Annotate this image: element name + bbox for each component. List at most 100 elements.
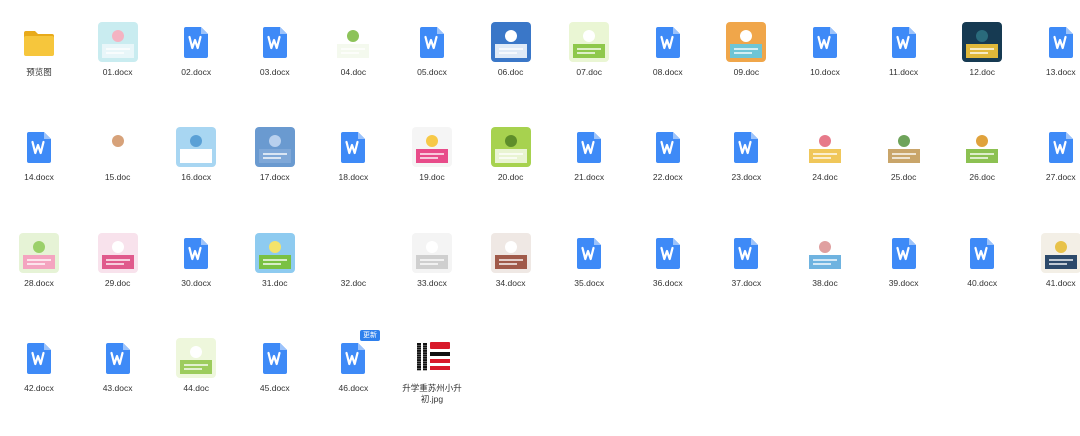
file-item[interactable]: 02.docx (157, 20, 235, 120)
file-item[interactable]: 14.docx (0, 125, 78, 225)
document-thumbnail (176, 127, 217, 167)
blank-thumbnail (333, 233, 373, 273)
wps-word-icon (884, 22, 924, 62)
file-name: 04.doc (340, 67, 367, 77)
file-item[interactable]: 20.doc (472, 125, 550, 225)
folder-icon (19, 22, 59, 62)
file-name: 31.doc (262, 278, 288, 288)
file-name: 45.docx (259, 383, 290, 393)
document-thumbnail (1040, 233, 1080, 273)
file-item[interactable]: 32.doc (314, 231, 392, 331)
wps-word-icon (255, 338, 295, 378)
document-thumbnail (333, 22, 374, 62)
file-item[interactable]: 21.docx (550, 125, 628, 225)
file-name: 38.doc (812, 278, 838, 288)
file-name: 05.docx (417, 67, 447, 77)
file-item[interactable]: 44.doc (157, 336, 235, 436)
wps-word-icon (98, 338, 138, 378)
file-item[interactable]: 28.docx (0, 231, 78, 331)
file-name: 14.docx (24, 172, 54, 182)
file-item[interactable]: 09.doc (707, 20, 785, 120)
file-item[interactable]: 17.docx (236, 125, 314, 225)
file-item[interactable]: 39.docx (865, 231, 943, 331)
wps-word-icon (1041, 22, 1080, 62)
file-item[interactable]: 43.docx (79, 336, 157, 436)
wps-word-icon (648, 127, 688, 167)
document-thumbnail (254, 233, 295, 273)
file-item[interactable]: 06.doc (472, 20, 550, 120)
wps-word-icon (569, 233, 609, 273)
file-item[interactable]: 10.docx (786, 20, 864, 120)
file-item[interactable]: 预览图 (0, 20, 78, 120)
file-name: 34.docx (495, 278, 526, 288)
file-item[interactable]: 03.docx (236, 20, 314, 120)
wps-word-icon (412, 22, 452, 62)
file-name: 22.docx (652, 172, 683, 182)
file-item[interactable]: 46.docx (314, 336, 392, 436)
file-item[interactable]: 24.doc (786, 125, 864, 225)
file-item[interactable]: 26.doc (943, 125, 1021, 225)
document-thumbnail (726, 22, 767, 62)
file-name: 35.docx (574, 278, 605, 288)
file-item[interactable]: 07.doc (550, 20, 628, 120)
file-name: 26.doc (969, 172, 995, 182)
wps-word-icon (648, 22, 688, 62)
file-item[interactable]: 05.docx (393, 20, 471, 120)
document-thumbnail (962, 22, 1003, 62)
wps-word-icon (176, 233, 216, 273)
document-thumbnail (254, 127, 295, 167)
file-name: 25.doc (890, 172, 917, 182)
file-item[interactable]: 30.docx (157, 231, 235, 331)
file-item[interactable]: 45.docx (236, 336, 314, 436)
file-item[interactable]: 16.docx (157, 125, 235, 225)
file-grid: 预览图 01.docx 02.docx 03.docx 04.doc 05.docx 06.… (0, 0, 1080, 418)
file-item[interactable]: 34.docx (472, 231, 550, 331)
file-item[interactable]: 33.docx (393, 231, 471, 331)
file-item[interactable]: 08.docx (629, 20, 707, 120)
file-item[interactable]: 18.docx (314, 125, 392, 225)
file-item[interactable]: 40.docx (943, 231, 1021, 331)
update-badge: 更新 (360, 330, 380, 341)
file-name: 44.doc (183, 383, 209, 393)
file-name: 06.doc (497, 67, 524, 77)
file-name: 16.docx (181, 172, 212, 182)
document-thumbnail (883, 127, 924, 167)
file-item[interactable]: 23.docx (707, 125, 785, 225)
document-thumbnail (805, 233, 845, 273)
document-thumbnail (97, 22, 138, 62)
file-name: 43.docx (102, 383, 133, 393)
file-name: 28.docx (24, 278, 54, 288)
file-name: 12.doc (969, 67, 995, 77)
file-name: 02.docx (181, 67, 212, 77)
file-item[interactable]: 27.docx (1022, 125, 1080, 225)
file-item[interactable]: 22.docx (629, 125, 707, 225)
file-item[interactable]: 25.doc (865, 125, 943, 225)
file-item[interactable]: 29.doc (79, 231, 157, 331)
file-item[interactable]: 12.doc (943, 20, 1021, 120)
file-item[interactable]: 41.docx (1022, 231, 1080, 331)
file-item[interactable]: 19.doc (393, 125, 471, 225)
file-name: 预览图 (26, 67, 52, 77)
file-item[interactable]: 04.doc (314, 20, 392, 120)
document-thumbnail (412, 127, 452, 167)
file-item[interactable]: 11.docx (865, 20, 943, 120)
file-item[interactable]: 13.docx (1022, 20, 1080, 120)
file-item[interactable]: 升学重苏州小升初.jpg (393, 336, 471, 436)
document-thumbnail (97, 233, 138, 273)
wps-word-icon (333, 127, 373, 167)
file-item[interactable]: 35.docx (550, 231, 628, 331)
wps-word-icon (805, 22, 845, 62)
file-name: 19.doc (419, 172, 445, 182)
file-name: 27.docx (1045, 172, 1076, 182)
file-item[interactable]: 42.docx (0, 336, 78, 436)
file-item[interactable]: 31.doc (236, 231, 314, 331)
document-thumbnail (490, 127, 531, 167)
wps-word-icon (255, 22, 295, 62)
file-item[interactable]: 15.doc (79, 125, 157, 225)
file-item[interactable]: 36.docx (629, 231, 707, 331)
file-item[interactable]: 38.doc (786, 231, 864, 331)
file-item[interactable]: 37.docx (707, 231, 785, 331)
file-name: 10.docx (810, 67, 840, 77)
qr-promo-thumbnail (412, 338, 452, 378)
file-item[interactable]: 01.docx (79, 20, 157, 120)
